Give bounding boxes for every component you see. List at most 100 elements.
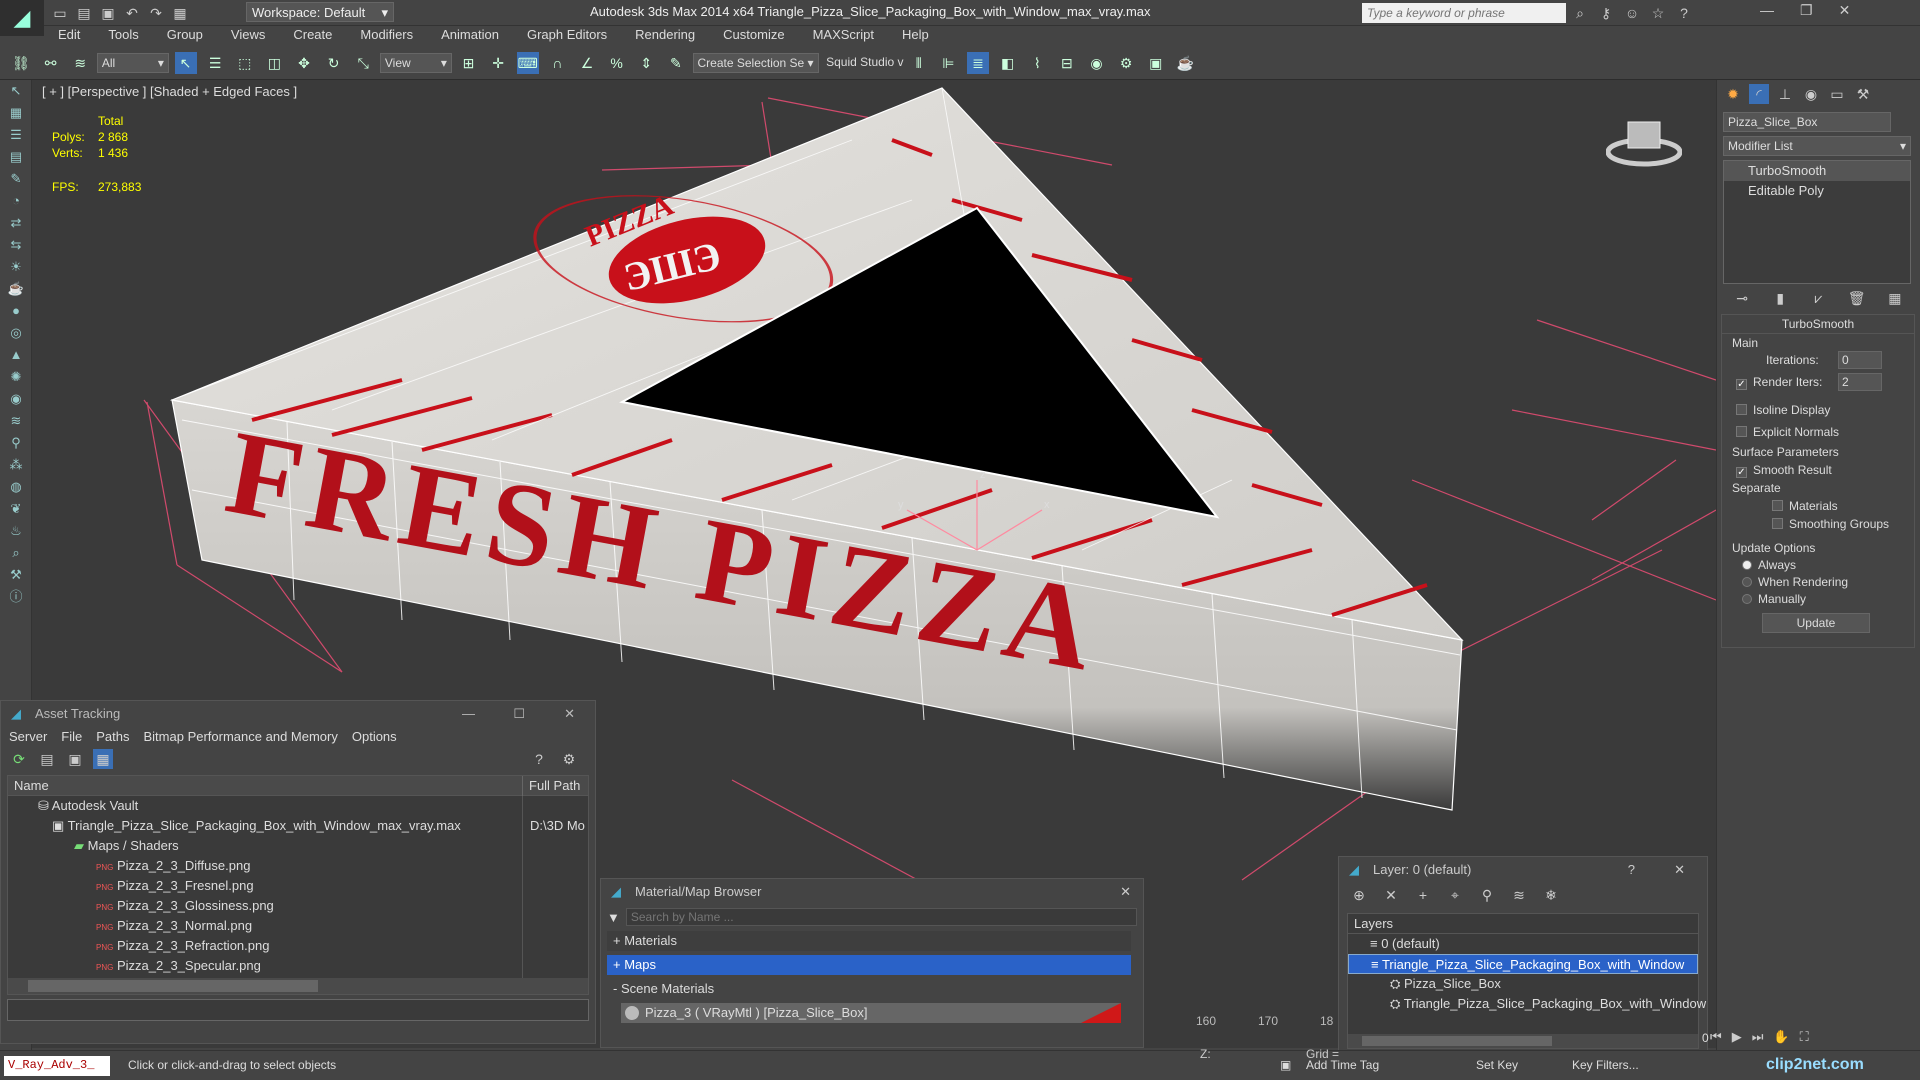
spinner-snap-icon[interactable]: ⇕ (635, 52, 657, 74)
set-key-button[interactable]: Set Key (1476, 1058, 1518, 1072)
torus-tool-icon[interactable]: ◎ (0, 322, 32, 344)
unlink-icon[interactable]: ⚯ (40, 52, 62, 74)
show-end-result-icon[interactable]: ▮ (1770, 288, 1790, 308)
thumbnail-view-icon[interactable]: ▣ (65, 749, 85, 769)
explicit-normals-checkbox[interactable]: Explicit Normals (1736, 425, 1839, 439)
viewport-label[interactable]: [ + ] [Perspective ] [Shaded + Edged Fac… (42, 84, 297, 99)
stack-item-editable-poly[interactable]: Editable Poly (1724, 181, 1910, 201)
highlight-layer-icon[interactable]: ⚲ (1477, 885, 1497, 905)
menu-group[interactable]: Group (153, 26, 217, 43)
bone-tool-icon[interactable]: ⚲ (0, 432, 32, 454)
update-button[interactable]: Update (1762, 613, 1870, 633)
menu-create[interactable]: Create (279, 26, 346, 43)
materials-group[interactable]: + Materials (607, 931, 1131, 951)
asset-menu-file[interactable]: File (61, 729, 82, 744)
isoline-checkbox[interactable]: Isoline Display (1736, 403, 1830, 417)
select-manipulate-icon[interactable]: ✛ (487, 52, 509, 74)
asset-row-maps-folder[interactable]: ▰ Maps / Shaders (8, 836, 588, 856)
spray-tool-icon[interactable]: ⁂ (0, 454, 32, 476)
redo-icon[interactable]: ↷ (146, 3, 166, 23)
col-name-header[interactable]: Name (14, 778, 49, 793)
schematic-view-icon[interactable]: ⊟ (1056, 52, 1078, 74)
graphite-icon[interactable]: ◧ (997, 52, 1019, 74)
menu-maxscript[interactable]: MAXScript (799, 26, 888, 43)
cone-tool-icon[interactable]: ▲ (0, 344, 32, 366)
bulb-tool-icon[interactable]: ◉ (0, 388, 32, 410)
timeline-ruler[interactable]: 160 170 18 (1146, 1010, 1336, 1032)
next-frame-icon[interactable]: ⏭ (1752, 1029, 1764, 1045)
iterations-spinner[interactable]: 0 (1838, 351, 1882, 369)
layers-tool-icon[interactable]: ☰ (0, 124, 32, 146)
close-icon[interactable]: ✕ (1120, 879, 1131, 905)
asset-row-map[interactable]: PNG Pizza_2_3_Glossiness.png (8, 896, 588, 916)
window-crossing-icon[interactable]: ◫ (263, 52, 285, 74)
layers-header[interactable]: Layers (1348, 914, 1698, 934)
list-view-icon[interactable]: ▤ (37, 749, 57, 769)
rollout-title[interactable]: TurboSmooth (1722, 315, 1914, 334)
named-selection-dropdown[interactable]: Create Selection Se ▾ (692, 53, 819, 73)
menu-modifiers[interactable]: Modifiers (346, 26, 427, 43)
pivot-center-icon[interactable]: ⊞ (458, 52, 480, 74)
rect-selection-icon[interactable]: ⬚ (234, 52, 256, 74)
time-tag-icon[interactable]: ▣ (1280, 1058, 1291, 1072)
selection-filter-dropdown[interactable]: All ▾ (96, 53, 169, 73)
menu-edit[interactable]: Edit (44, 26, 94, 43)
maxscript-listener-field[interactable]: V_Ray_Adv_3_ (4, 1056, 110, 1076)
settings-icon[interactable]: ⚙ (559, 749, 579, 769)
asset-row-map[interactable]: PNG Pizza_2_3_Specular.png (8, 956, 588, 976)
current-frame-field[interactable]: 0 (1702, 1031, 1709, 1045)
new-file-icon[interactable]: ▭ (50, 3, 70, 23)
select-by-name-icon[interactable]: ☰ (204, 52, 226, 74)
modifier-list-dropdown[interactable]: Modifier List ▾ (1723, 136, 1911, 156)
asset-menu-paths[interactable]: Paths (96, 729, 129, 744)
asset-menu-options[interactable]: Options (352, 729, 397, 744)
restore-icon[interactable]: ❐ (1800, 2, 1813, 19)
undo-icon[interactable]: ↶ (122, 3, 142, 23)
options-chevron-icon[interactable]: ▼ (607, 910, 620, 925)
pan-icon[interactable]: ✋ (1773, 1029, 1789, 1045)
material-editor-icon[interactable]: ◉ (1086, 52, 1108, 74)
align-icon[interactable]: ⊫ (937, 52, 959, 74)
layer-row-object[interactable]: ⛭ Pizza_Slice_Box (1348, 974, 1698, 994)
material-browser-titlebar[interactable]: ◢ Material/Map Browser ✕ (601, 879, 1143, 905)
render-iters-spinner[interactable]: 2 (1838, 373, 1882, 391)
select-tool-icon[interactable]: ↖ (0, 80, 32, 102)
layer-window-titlebar[interactable]: ◢ Layer: 0 (default) ? ✕ (1339, 857, 1707, 883)
materials-checkbox[interactable]: Materials (1772, 499, 1838, 513)
fire-tool-icon[interactable]: ♨ (0, 520, 32, 542)
asset-row-file[interactable]: ▣ Triangle_Pizza_Slice_Packaging_Box_wit… (8, 816, 588, 836)
grid-tool-icon[interactable]: ▤ (0, 146, 32, 168)
smooth-result-checkbox[interactable]: ✓ Smooth Result (1736, 463, 1832, 478)
motion-tab-icon[interactable]: ◉ (1801, 84, 1821, 104)
help-icon[interactable]: ? (529, 749, 549, 769)
asset-menu-server[interactable]: Server (9, 729, 47, 744)
menu-animation[interactable]: Animation (427, 26, 513, 43)
select-objects-icon[interactable]: ⌖ (1445, 885, 1465, 905)
hide-layers-icon[interactable]: ≋ (1509, 885, 1529, 905)
layer-row-selected[interactable]: ≡ Triangle_Pizza_Slice_Packaging_Box_wit… (1348, 954, 1698, 974)
wrench-tool-icon[interactable]: ⚒ (0, 564, 32, 586)
asset-hscroll-thumb[interactable] (28, 980, 318, 992)
material-search-input[interactable] (625, 908, 1137, 926)
maximize-icon[interactable]: ☐ (513, 701, 525, 727)
refresh-icon[interactable]: ⟳ (9, 749, 29, 769)
info-tool-icon[interactable]: ⓘ (0, 586, 32, 608)
percent-snap-icon[interactable]: % (606, 52, 628, 74)
freeze-layers-icon[interactable]: ❄ (1541, 885, 1561, 905)
asset-row-map[interactable]: PNG Pizza_2_3_Diffuse.png (8, 856, 588, 876)
scene-materials-group[interactable]: - Scene Materials (607, 979, 1131, 999)
box-tool-icon[interactable]: ▦ (0, 102, 32, 124)
menu-customize[interactable]: Customize (709, 26, 798, 43)
remove-modifier-icon[interactable]: 🗑 (1847, 288, 1867, 308)
modify-tab-icon[interactable]: ◜ (1749, 84, 1769, 104)
close-icon[interactable]: ✕ (564, 701, 575, 727)
manually-radio[interactable]: Manually (1742, 592, 1806, 606)
zoom-extents-icon[interactable]: ⛶ (1800, 1029, 1809, 1045)
layer-row-default[interactable]: ≡ 0 (default) (1348, 934, 1698, 954)
make-unique-icon[interactable]: ⩗ (1808, 288, 1828, 308)
asset-row-map[interactable]: PNG Pizza_2_3_Fresnel.png (8, 876, 588, 896)
delete-layer-icon[interactable]: ✕ (1381, 885, 1401, 905)
minimize-icon[interactable]: — (462, 701, 475, 727)
sphere-tool-icon[interactable]: ● (0, 300, 32, 322)
render-setup-icon[interactable]: ⚙ (1115, 52, 1137, 74)
